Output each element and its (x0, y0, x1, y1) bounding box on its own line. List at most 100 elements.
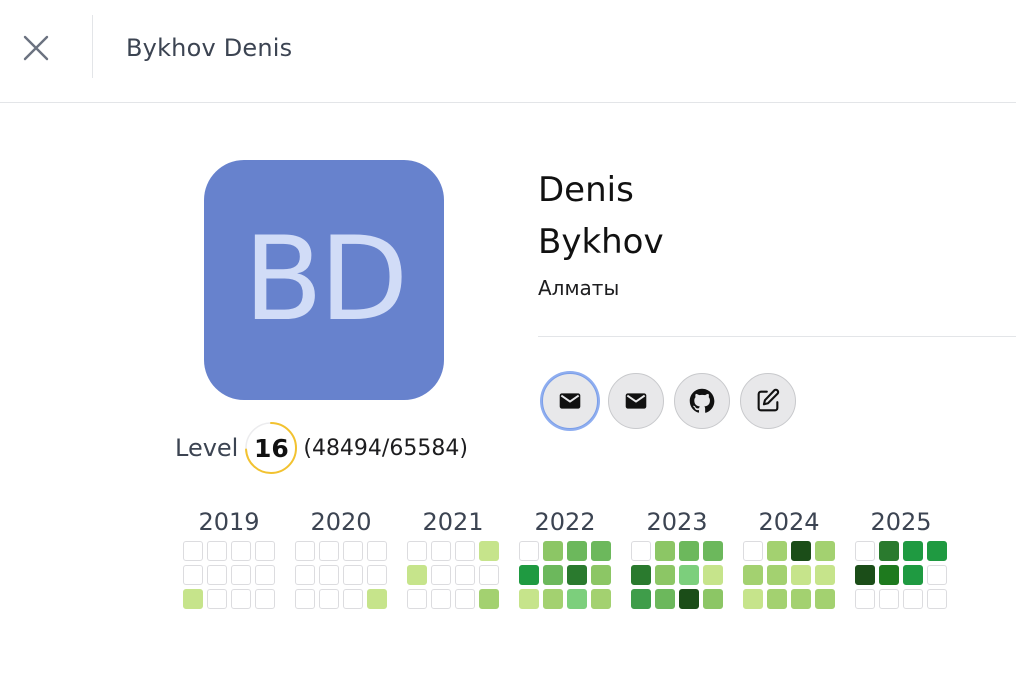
activity-cell[interactable] (519, 589, 539, 609)
activity-cell[interactable] (519, 541, 539, 561)
activity-cell[interactable] (343, 541, 363, 561)
activity-cell[interactable] (455, 541, 475, 561)
activity-cell[interactable] (855, 565, 875, 585)
activity-cell[interactable] (455, 589, 475, 609)
activity-cell[interactable] (431, 541, 451, 561)
activity-cell[interactable] (703, 589, 723, 609)
activity-cell[interactable] (543, 589, 563, 609)
activity-cell[interactable] (407, 565, 427, 585)
activity-cell[interactable] (903, 541, 923, 561)
activity-cell[interactable] (679, 565, 699, 585)
activity-cell[interactable] (543, 565, 563, 585)
activity-cell[interactable] (567, 541, 587, 561)
activity-cell[interactable] (815, 589, 835, 609)
avatar: BD (204, 160, 444, 400)
activity-cell[interactable] (655, 541, 675, 561)
activity-cell[interactable] (231, 565, 251, 585)
activity-cells (631, 541, 723, 609)
activity-cell[interactable] (743, 565, 763, 585)
activity-cell[interactable] (367, 589, 387, 609)
activity-cell[interactable] (455, 565, 475, 585)
activity-cell[interactable] (367, 565, 387, 585)
activity-cell[interactable] (591, 589, 611, 609)
activity-cell[interactable] (343, 565, 363, 585)
activity-cell[interactable] (207, 565, 227, 585)
activity-cell[interactable] (855, 589, 875, 609)
mail-icon (559, 393, 581, 409)
activity-cell[interactable] (703, 565, 723, 585)
email-button-secondary[interactable] (608, 373, 664, 429)
activity-cell[interactable] (679, 589, 699, 609)
activity-cell[interactable] (367, 541, 387, 561)
activity-cell[interactable] (703, 541, 723, 561)
activity-cell[interactable] (767, 565, 787, 585)
activity-cell[interactable] (815, 541, 835, 561)
activity-cell[interactable] (815, 565, 835, 585)
activity-cell[interactable] (767, 589, 787, 609)
activity-year-label: 2019 (198, 508, 260, 536)
first-name: Denis (538, 170, 634, 210)
activity-cell[interactable] (767, 541, 787, 561)
activity-cell[interactable] (255, 541, 275, 561)
mail-icon (625, 393, 647, 409)
activity-cell[interactable] (743, 589, 763, 609)
activity-cell[interactable] (591, 541, 611, 561)
activity-cell[interactable] (519, 565, 539, 585)
activity-cell[interactable] (479, 541, 499, 561)
activity-cell[interactable] (655, 589, 675, 609)
activity-cell[interactable] (879, 541, 899, 561)
activity-cell[interactable] (879, 565, 899, 585)
activity-cell[interactable] (679, 541, 699, 561)
activity-cell[interactable] (231, 589, 251, 609)
activity-cell[interactable] (207, 541, 227, 561)
activity-cell[interactable] (479, 565, 499, 585)
activity-cell[interactable] (791, 565, 811, 585)
activity-cell[interactable] (631, 541, 651, 561)
activity-cell[interactable] (183, 541, 203, 561)
activity-cell[interactable] (255, 565, 275, 585)
profile-name: Denis Bykhov (538, 164, 664, 268)
activity-cell[interactable] (431, 589, 451, 609)
activity-cell[interactable] (479, 589, 499, 609)
activity-year-label: 2022 (534, 508, 596, 536)
activity-cell[interactable] (791, 541, 811, 561)
github-button[interactable] (674, 373, 730, 429)
activity-cell[interactable] (231, 541, 251, 561)
activity-cell[interactable] (295, 565, 315, 585)
activity-cell[interactable] (567, 589, 587, 609)
activity-cell[interactable] (319, 565, 339, 585)
activity-cell[interactable] (319, 541, 339, 561)
activity-cell[interactable] (543, 541, 563, 561)
activity-cell[interactable] (567, 565, 587, 585)
edit-button[interactable] (740, 373, 796, 429)
email-button[interactable] (542, 373, 598, 429)
activity-cell[interactable] (927, 541, 947, 561)
activity-cell[interactable] (791, 589, 811, 609)
activity-cell[interactable] (855, 541, 875, 561)
activity-cell[interactable] (927, 565, 947, 585)
activity-cell[interactable] (655, 565, 675, 585)
top-divider (92, 15, 93, 78)
activity-cell[interactable] (631, 589, 651, 609)
activity-cell[interactable] (743, 541, 763, 561)
close-button[interactable] (14, 26, 58, 70)
activity-cell[interactable] (319, 589, 339, 609)
activity-cell[interactable] (255, 589, 275, 609)
activity-cell[interactable] (903, 589, 923, 609)
activity-cell[interactable] (207, 589, 227, 609)
activity-cell[interactable] (343, 589, 363, 609)
activity-cell[interactable] (631, 565, 651, 585)
activity-year-label: 2023 (646, 508, 708, 536)
activity-cell[interactable] (407, 589, 427, 609)
activity-cell[interactable] (183, 589, 203, 609)
activity-cell[interactable] (431, 565, 451, 585)
activity-cell[interactable] (927, 589, 947, 609)
activity-cell[interactable] (295, 541, 315, 561)
top-bar: Bykhov Denis (0, 0, 1016, 103)
activity-cell[interactable] (879, 589, 899, 609)
activity-cell[interactable] (903, 565, 923, 585)
activity-cell[interactable] (407, 541, 427, 561)
activity-cell[interactable] (183, 565, 203, 585)
activity-cell[interactable] (591, 565, 611, 585)
activity-cell[interactable] (295, 589, 315, 609)
